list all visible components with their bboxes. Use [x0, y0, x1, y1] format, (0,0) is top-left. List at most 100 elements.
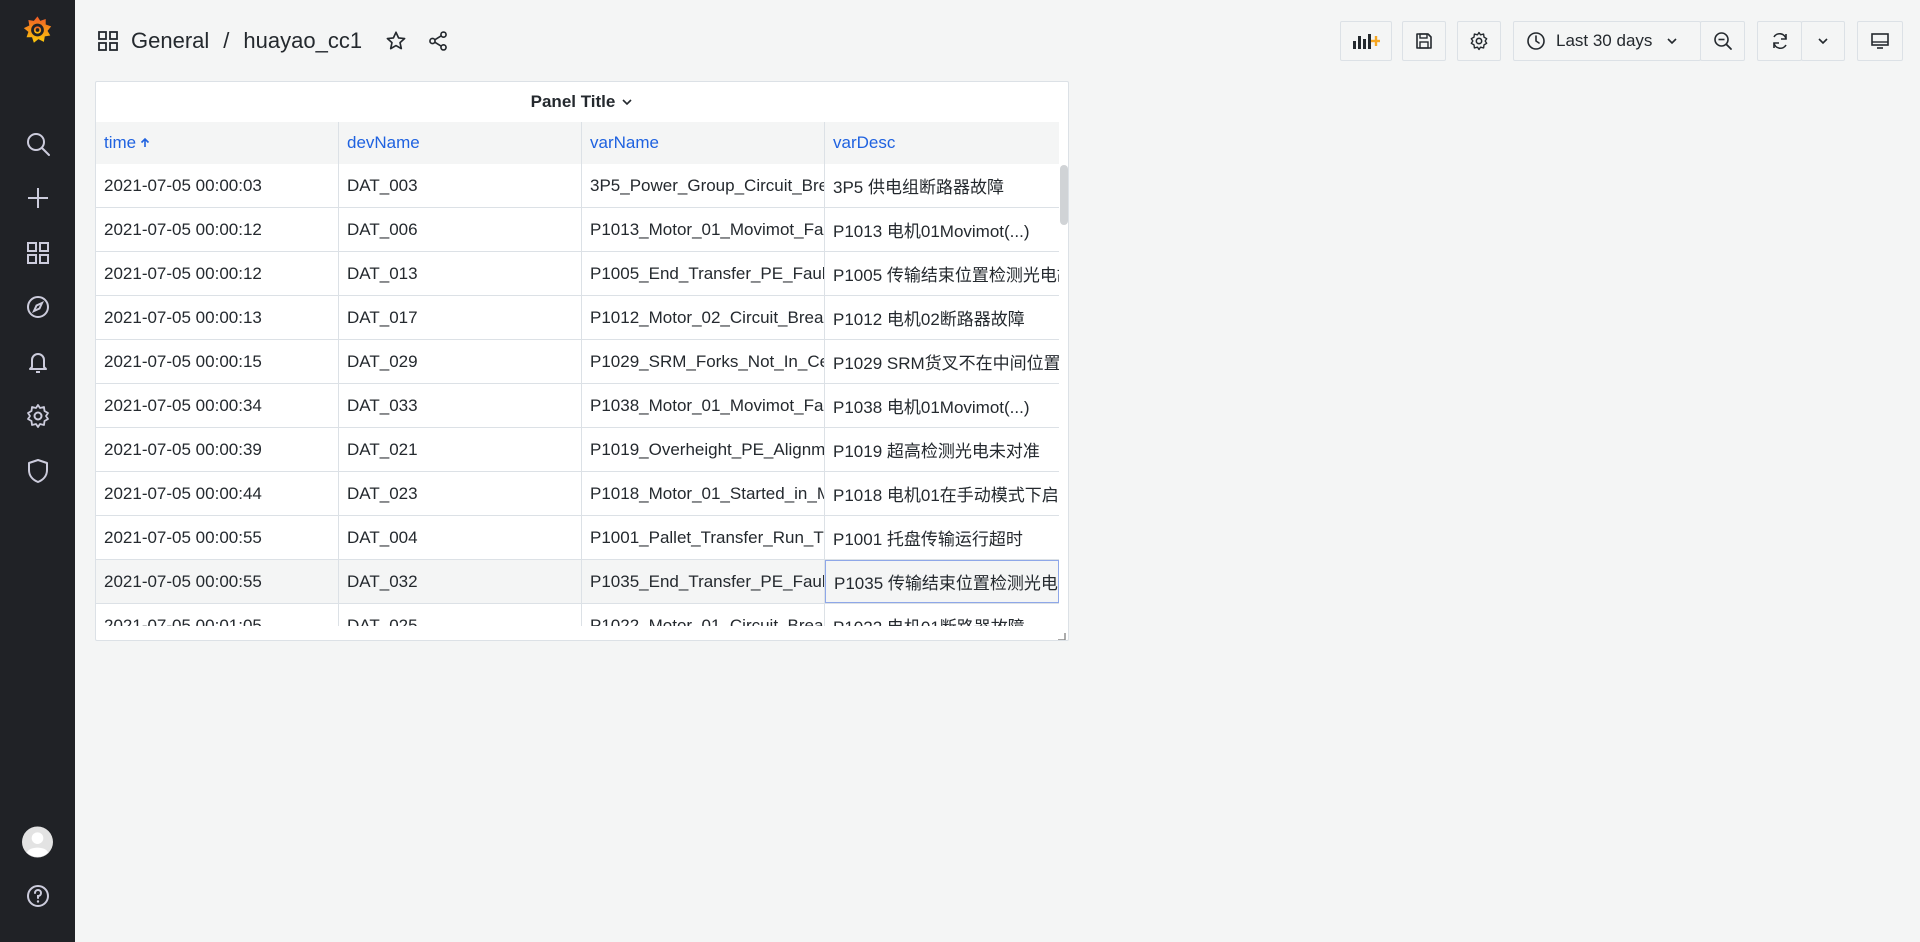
table-cell[interactable]: 2021-07-05 00:00:39	[96, 428, 339, 471]
zoom-out-icon	[1713, 32, 1732, 50]
table-cell[interactable]: DAT_029	[339, 340, 582, 383]
table-cell[interactable]: P1018_Motor_01_Started_in_Manual	[582, 472, 825, 515]
refresh-icon	[1772, 33, 1787, 49]
add-panel-button[interactable]	[1340, 21, 1392, 61]
table-row[interactable]: 2021-07-05 00:00:15 DAT_029 P1029_SRM_Fork…	[96, 340, 1059, 384]
table-row[interactable]: 2021-07-05 00:00:55 DAT_032 P1035_End_Tran…	[96, 560, 1059, 604]
table-cell[interactable]: P1013_Motor_01_Movimot_Fault	[582, 208, 825, 251]
column-header-time[interactable]: time	[96, 122, 339, 164]
column-label: time	[104, 133, 137, 152]
table-cell[interactable]: P1001_Pallet_Transfer_Run_Timeout	[582, 516, 825, 559]
table-cell[interactable]: 2021-07-05 00:00:44	[96, 472, 339, 515]
table-row[interactable]: 2021-07-05 00:00:34 DAT_033 P1038_Motor_01…	[96, 384, 1059, 428]
table-cell[interactable]: P1038_Motor_01_Movimot_Fault	[582, 384, 825, 427]
table-row[interactable]: 2021-07-05 00:00:55 DAT_004 P1001_Pallet_T…	[96, 516, 1059, 560]
help-icon[interactable]	[22, 880, 53, 911]
dashboards-icon[interactable]	[22, 237, 53, 268]
panel-resize-handle[interactable]	[1056, 628, 1066, 640]
table-panel: Panel Title time devName varName varDesc…	[95, 81, 1069, 641]
table-cell[interactable]: P1038 电机01Movimot(...)	[825, 384, 1059, 427]
refresh-button[interactable]	[1757, 21, 1802, 61]
chevron-down-icon	[1818, 38, 1828, 45]
table-cell[interactable]: P1035 传输结束位置检测光电	[825, 560, 1059, 603]
table-cell[interactable]: 2021-07-05 00:00:12	[96, 208, 339, 251]
search-icon[interactable]	[22, 128, 53, 159]
table-cell[interactable]: 2021-07-05 00:00:03	[96, 164, 339, 207]
table-cell[interactable]: P1012 电机02断路器故障	[825, 296, 1059, 339]
time-picker-button[interactable]: Last 30 days	[1513, 21, 1701, 61]
table-cell[interactable]: P1035_End_Transfer_PE_Fault	[582, 560, 825, 603]
table-cell[interactable]: DAT_021	[339, 428, 582, 471]
column-label: varDesc	[833, 133, 896, 152]
tv-mode-button[interactable]	[1857, 21, 1903, 61]
table-cell[interactable]: 2021-07-05 00:00:12	[96, 252, 339, 295]
table-cell[interactable]: P1005 传输结束位置检测光电故障	[825, 252, 1059, 295]
table-cell[interactable]: 3P5 供电组断路器故障	[825, 164, 1059, 207]
add-panel-icon	[1353, 34, 1380, 49]
table-cell[interactable]: DAT_025	[339, 604, 582, 626]
table-row[interactable]: 2021-07-05 00:00:03 DAT_003 3P5_Power_Grou…	[96, 164, 1059, 208]
table-cell[interactable]: P1019 超高检测光电未对准	[825, 428, 1059, 471]
alerting-icon[interactable]	[22, 346, 53, 377]
table-cell[interactable]: P1013 电机01Movimot(...)	[825, 208, 1059, 251]
table-cell[interactable]: DAT_013	[339, 252, 582, 295]
refresh-interval-button[interactable]	[1801, 21, 1845, 61]
table-cell[interactable]: DAT_017	[339, 296, 582, 339]
table-cell[interactable]: DAT_033	[339, 384, 582, 427]
breadcrumb-dashboard[interactable]: huayao_cc1	[243, 28, 362, 54]
table-row[interactable]: 2021-07-05 00:00:44 DAT_023 P1018_Motor_01…	[96, 472, 1059, 516]
table-cell[interactable]: 2021-07-05 00:00:15	[96, 340, 339, 383]
breadcrumb-separator: /	[223, 28, 230, 53]
chevron-down-icon	[622, 99, 632, 106]
table-row[interactable]: 2021-07-05 00:00:12 DAT_013 P1005_End_Tran…	[96, 252, 1059, 296]
table-cell[interactable]: P1018 电机01在手动模式下启动	[825, 472, 1059, 515]
table-cell[interactable]: 2021-07-05 00:00:55	[96, 516, 339, 559]
table-row[interactable]: 2021-07-05 00:01:05 DAT_025 P1022_Motor_01…	[96, 604, 1059, 626]
table-cell[interactable]: 3P5_Power_Group_Circuit_Breaker_Fault	[582, 164, 825, 207]
panel-header[interactable]: Panel Title	[96, 82, 1068, 122]
dashboard-grid-icon	[98, 31, 118, 51]
table-cell[interactable]: P1022_Motor_01_Circuit_Breaker_Fault	[582, 604, 825, 626]
table-cell[interactable]: DAT_032	[339, 560, 582, 603]
grafana-logo-icon[interactable]	[22, 14, 53, 45]
table-cell[interactable]: P1029 SRM货叉不在中间位置	[825, 340, 1059, 383]
table-cell[interactable]: DAT_023	[339, 472, 582, 515]
column-header-varname[interactable]: varName	[582, 122, 825, 164]
avatar[interactable]	[22, 826, 53, 857]
save-dashboard-button[interactable]	[1402, 21, 1446, 61]
star-icon[interactable]	[384, 29, 408, 53]
zoom-out-button[interactable]	[1700, 21, 1745, 61]
dashboard-settings-button[interactable]	[1457, 21, 1501, 61]
plus-icon[interactable]	[22, 182, 53, 213]
table-cell[interactable]: P1001 托盘传输运行超时	[825, 516, 1059, 559]
table-row[interactable]: 2021-07-05 00:00:39 DAT_021 P1019_Overheig…	[96, 428, 1059, 472]
column-header-devname[interactable]: devName	[339, 122, 582, 164]
settings-icon[interactable]	[22, 400, 53, 431]
table-scrollbar[interactable]	[1060, 165, 1068, 225]
table-cell[interactable]: 2021-07-05 00:01:05	[96, 604, 339, 626]
explore-icon[interactable]	[22, 291, 53, 322]
table-cell[interactable]: DAT_004	[339, 516, 582, 559]
clock-icon	[1527, 32, 1545, 50]
shield-icon[interactable]	[22, 455, 53, 486]
table-cell[interactable]: P1005_End_Transfer_PE_Fault	[582, 252, 825, 295]
table-cell[interactable]: 2021-07-05 00:00:13	[96, 296, 339, 339]
time-range-label: Last 30 days	[1556, 31, 1653, 50]
table-cell[interactable]: P1022 电机01断路器故障	[825, 604, 1059, 626]
table-cell[interactable]: 2021-07-05 00:00:55	[96, 560, 339, 603]
table-cell[interactable]: P1029_SRM_Forks_Not_In_Center	[582, 340, 825, 383]
column-header-vardesc[interactable]: varDesc	[825, 122, 1059, 164]
share-icon[interactable]	[426, 29, 450, 53]
monitor-icon	[1871, 33, 1889, 49]
panel-title[interactable]: Panel Title	[531, 92, 616, 112]
table-cell[interactable]: P1012_Motor_02_Circuit_Breaker_Fault	[582, 296, 825, 339]
table-cell[interactable]: P1019_Overheight_PE_Alignment	[582, 428, 825, 471]
table-row[interactable]: 2021-07-05 00:00:13 DAT_017 P1012_Motor_02…	[96, 296, 1059, 340]
table-cell[interactable]: 2021-07-05 00:00:34	[96, 384, 339, 427]
table-cell[interactable]: DAT_006	[339, 208, 582, 251]
breadcrumb-folder[interactable]: General	[131, 28, 209, 54]
table-cell[interactable]: DAT_003	[339, 164, 582, 207]
table-row[interactable]: 2021-07-05 00:00:12 DAT_006 P1013_Motor_01…	[96, 208, 1059, 252]
table-body: 2021-07-05 00:00:03 DAT_003 3P5_Power_Grou…	[96, 164, 1059, 626]
sort-asc-icon	[141, 137, 150, 147]
